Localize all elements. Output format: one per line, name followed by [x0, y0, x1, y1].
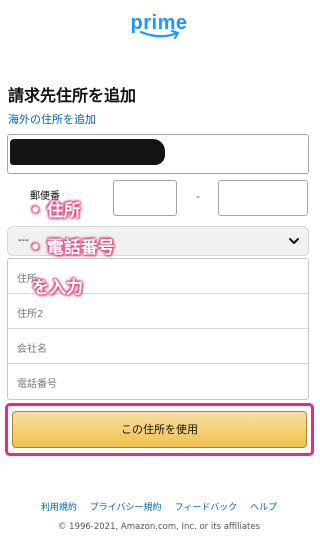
annotation-phone: • 電話番号: [30, 233, 115, 258]
use-this-address-button[interactable]: この住所を使用: [12, 411, 307, 448]
smile-arrow-icon: [139, 30, 179, 39]
annotation-bullet: •: [30, 201, 41, 221]
annotation-enter-text: を入力: [32, 278, 83, 298]
annotation-bullet: •: [30, 238, 41, 258]
footer-link-help[interactable]: ヘルプ: [250, 503, 277, 513]
phone-number-placeholder: 電話番号: [17, 379, 57, 390]
annotation-phone-text: 電話番号: [46, 238, 115, 258]
postal-code-second-input[interactable]: [218, 180, 308, 216]
postal-code-separator: -: [196, 190, 200, 203]
chevron-down-icon: [289, 238, 299, 244]
footer-links: 利用規約 プライバシー規約 フィードバック ヘルプ: [0, 500, 318, 513]
company-name-placeholder: 会社名: [17, 344, 47, 355]
add-international-address-link[interactable]: 海外の住所を追加: [8, 111, 96, 127]
submit-highlight-box: この住所を使用: [5, 403, 314, 456]
page-title: 請求先住所を追加: [8, 86, 137, 105]
footer-link-terms[interactable]: 利用規約: [41, 503, 77, 513]
annotation-address-text: 住所: [46, 201, 81, 221]
company-name-input[interactable]: 会社名: [8, 329, 308, 364]
footer-link-privacy[interactable]: プライバシー規約: [90, 503, 162, 513]
address-line2-placeholder: 住所2: [17, 309, 44, 320]
phone-number-input[interactable]: 電話番号: [8, 364, 308, 399]
full-name-input[interactable]: [7, 134, 309, 174]
address-line2-input[interactable]: 住所2: [8, 294, 308, 329]
prefecture-select-value: ---: [18, 235, 29, 246]
footer-link-feedback[interactable]: フィードバック: [174, 503, 237, 513]
copyright-text: © 1996-2021, Amazon.com, Inc. or its aff…: [57, 522, 261, 532]
redacted-name-value: [10, 139, 165, 165]
annotation-enter: を入力: [32, 273, 83, 298]
annotation-address: • 住所: [30, 196, 81, 221]
postal-code-first-input[interactable]: [113, 180, 177, 216]
